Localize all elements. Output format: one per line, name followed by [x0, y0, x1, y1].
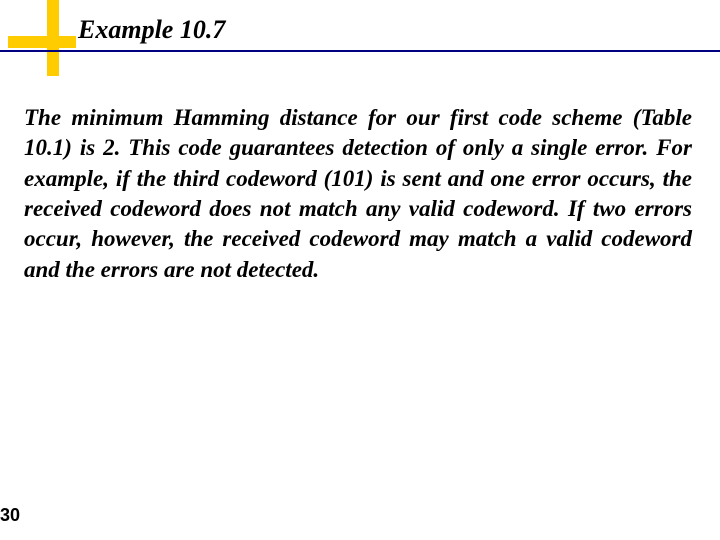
title-bullet-horizontal	[8, 36, 76, 48]
body-text: The minimum Hamming distance for our fir…	[24, 103, 692, 285]
slide-title: Example 10.7	[78, 14, 700, 45]
slide: Example 10.7 The minimum Hamming distanc…	[0, 0, 720, 540]
title-underline	[0, 50, 720, 52]
title-area: Example 10.7	[78, 14, 700, 45]
page-number: 30	[0, 505, 20, 526]
body-area: The minimum Hamming distance for our fir…	[24, 103, 692, 285]
